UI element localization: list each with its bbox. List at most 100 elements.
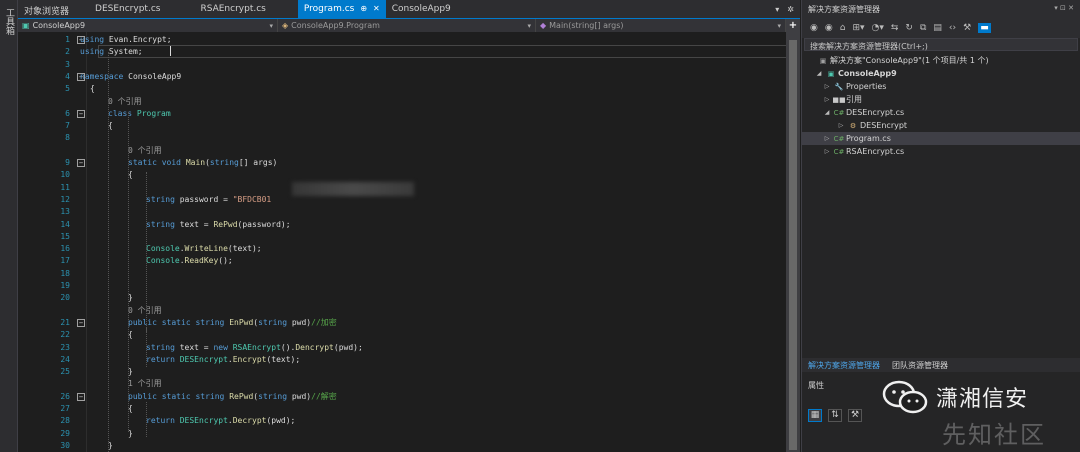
- code-line[interactable]: 20}: [18, 292, 786, 304]
- code-line[interactable]: 17 Console.ReadKey();: [18, 255, 786, 267]
- code-line[interactable]: 0 个引用: [18, 96, 786, 108]
- expand-arrow-icon[interactable]: ▷: [822, 135, 832, 142]
- close-icon[interactable]: ✕: [373, 4, 380, 18]
- collapse-all-icon[interactable]: ⧉: [920, 23, 926, 33]
- property-pages-icon[interactable]: ⚒: [848, 409, 862, 422]
- fold-toggle-icon[interactable]: −: [77, 318, 85, 327]
- code-line[interactable]: 21− public static string EnPwd(string pwd…: [18, 317, 786, 329]
- tab-team-explorer[interactable]: 团队资源管理器: [886, 358, 954, 372]
- tree-item[interactable]: ▷ 🔧 Properties: [802, 80, 1080, 93]
- scrollbar-thumb[interactable]: [789, 40, 797, 450]
- codelens-reference-count[interactable]: 0 个引用: [108, 96, 142, 108]
- code-text: return DESEncrypt.Decrypt(pwd);: [146, 416, 296, 426]
- view-code-icon[interactable]: ‹›: [949, 23, 956, 33]
- code-line[interactable]: 9− static void Main(string[] args): [18, 157, 786, 169]
- code-line[interactable]: 27{: [18, 403, 786, 415]
- code-line[interactable]: 2 using System;: [18, 46, 786, 58]
- gear-icon[interactable]: ✲: [787, 5, 794, 14]
- class-icon: ◈: [282, 21, 289, 30]
- panel-controls[interactable]: ▾ ⊡ ✕: [1054, 4, 1074, 14]
- categorized-icon[interactable]: ▦: [808, 409, 822, 422]
- code-line[interactable]: 23 string text = new RSAEncrypt().Dencryp…: [18, 342, 786, 354]
- expand-arrow-icon[interactable]: ▷: [822, 83, 832, 90]
- expand-arrow-icon[interactable]: ▷: [836, 122, 846, 129]
- code-editor[interactable]: 1− using Evan.Encrypt; 2 using System; 3 4− na…: [18, 32, 786, 452]
- code-line[interactable]: 7{: [18, 120, 786, 132]
- tree-item[interactable]: ▷ C# RSAEncrypt.cs: [802, 145, 1080, 158]
- solution-search-input[interactable]: 搜索解决方案资源管理器(Ctrl+;): [804, 38, 1078, 51]
- tab-program[interactable]: Program.cs ⊕ ✕: [297, 0, 386, 18]
- code-line[interactable]: 10{: [18, 169, 786, 181]
- tab-object-browser[interactable]: 对象浏览器: [18, 0, 75, 18]
- fold-toggle-icon[interactable]: −: [77, 109, 85, 118]
- code-line[interactable]: 6− class Program: [18, 108, 786, 120]
- tab-consoleapp9[interactable]: ConsoleApp9: [386, 0, 457, 18]
- code-line[interactable]: 1− using Evan.Encrypt;: [18, 34, 786, 46]
- fold-toggle-icon[interactable]: −: [77, 392, 85, 401]
- expand-arrow-icon[interactable]: ◢: [822, 109, 832, 116]
- code-line[interactable]: 15: [18, 231, 786, 243]
- preview-selected-icon[interactable]: ▬: [978, 23, 991, 33]
- code-line[interactable]: 29}: [18, 428, 786, 440]
- code-line[interactable]: 28 return DESEncrypt.Decrypt(pwd);: [18, 415, 786, 427]
- expand-arrow-icon[interactable]: ▷: [822, 148, 832, 155]
- code-text: return DESEncrypt.Encrypt(text);: [146, 354, 301, 364]
- code-line[interactable]: 1 个引用: [18, 378, 786, 390]
- code-line[interactable]: 22{: [18, 329, 786, 341]
- code-line[interactable]: 25}: [18, 366, 786, 378]
- toolbox-strip[interactable]: 工具箱: [0, 0, 18, 452]
- tree-item[interactable]: ▷ C# Program.cs: [802, 132, 1080, 145]
- fold-toggle-icon[interactable]: −: [77, 159, 85, 167]
- refresh-icon[interactable]: ↻: [905, 23, 913, 33]
- code-line[interactable]: 30}: [18, 440, 786, 452]
- code-line[interactable]: 0 个引用: [18, 305, 786, 317]
- sync-icon[interactable]: ⇆: [891, 23, 899, 33]
- member-dropdown[interactable]: ◆ Main(string[] args) ▾: [536, 19, 786, 32]
- alphabetical-icon[interactable]: ⇅: [828, 409, 842, 422]
- line-number: 21: [60, 317, 70, 327]
- codelens-reference-count[interactable]: 1 个引用: [128, 378, 162, 390]
- line-number: 5: [65, 84, 70, 94]
- show-all-files-icon[interactable]: ▤: [933, 23, 942, 33]
- tree-item[interactable]: ◢ C# DESEncrypt.cs: [802, 106, 1080, 119]
- code-line[interactable]: 13: [18, 206, 786, 218]
- code-line[interactable]: 8: [18, 132, 786, 144]
- tree-item[interactable]: ▷ ■■ 引用: [802, 93, 1080, 106]
- line-number: 28: [60, 416, 70, 426]
- class-dropdown[interactable]: ◈ ConsoleApp9.Program ▾: [278, 19, 536, 32]
- project-dropdown[interactable]: ▣ ConsoleApp9 ▾: [18, 19, 278, 32]
- tab-list-dropdown-icon[interactable]: ▾: [775, 5, 779, 14]
- code-line[interactable]: 16 Console.WriteLine(text);: [18, 243, 786, 255]
- toolbox-label[interactable]: 工具箱: [3, 8, 16, 35]
- pin-icon[interactable]: ⊕: [360, 4, 367, 18]
- code-line[interactable]: 19: [18, 280, 786, 292]
- pending-changes-icon[interactable]: ◔▾: [872, 23, 884, 33]
- code-line[interactable]: 3: [18, 59, 786, 71]
- switch-views-icon[interactable]: ⊞▾: [852, 23, 864, 33]
- line-number: 10: [60, 170, 70, 180]
- tree-item[interactable]: ▣ 解决方案"ConsoleApp9"(1 个项目/共 1 个): [802, 54, 1080, 67]
- codelens-reference-count[interactable]: 0 个引用: [128, 145, 162, 157]
- home-icon[interactable]: ⌂: [840, 23, 846, 33]
- back-icon[interactable]: ◉: [810, 23, 818, 33]
- tab-rsaencrypt[interactable]: RSAEncrypt.cs: [194, 0, 271, 18]
- properties-wrench-icon[interactable]: ⚒: [963, 23, 971, 33]
- tree-item[interactable]: ▷ ⚙ DESEncrypt: [802, 119, 1080, 132]
- expand-arrow-icon[interactable]: ▷: [822, 96, 832, 103]
- code-line[interactable]: 5{: [18, 83, 786, 95]
- tab-solution-explorer[interactable]: 解决方案资源管理器: [802, 358, 886, 372]
- code-line[interactable]: 0 个引用: [18, 145, 786, 157]
- codelens-reference-count[interactable]: 0 个引用: [128, 305, 162, 317]
- expand-arrow-icon[interactable]: ◢: [814, 70, 824, 77]
- code-line[interactable]: 14 string text = RePwd(password);: [18, 219, 786, 231]
- tree-item[interactable]: ◢ ▣ ConsoleApp9: [802, 67, 1080, 80]
- editor-vertical-scrollbar[interactable]: [786, 32, 800, 452]
- tab-desencrypt[interactable]: DESEncrypt.cs: [89, 0, 166, 18]
- code-line[interactable]: 24 return DESEncrypt.Encrypt(text);: [18, 354, 786, 366]
- code-line[interactable]: 26− public static string RePwd(string pwd…: [18, 391, 786, 403]
- split-add-button[interactable]: +: [786, 19, 800, 32]
- code-line[interactable]: 4− namespace ConsoleApp9: [18, 71, 786, 83]
- tree-item-label: Properties: [846, 82, 887, 91]
- forward-icon[interactable]: ◉: [825, 23, 833, 33]
- code-line[interactable]: 18: [18, 268, 786, 280]
